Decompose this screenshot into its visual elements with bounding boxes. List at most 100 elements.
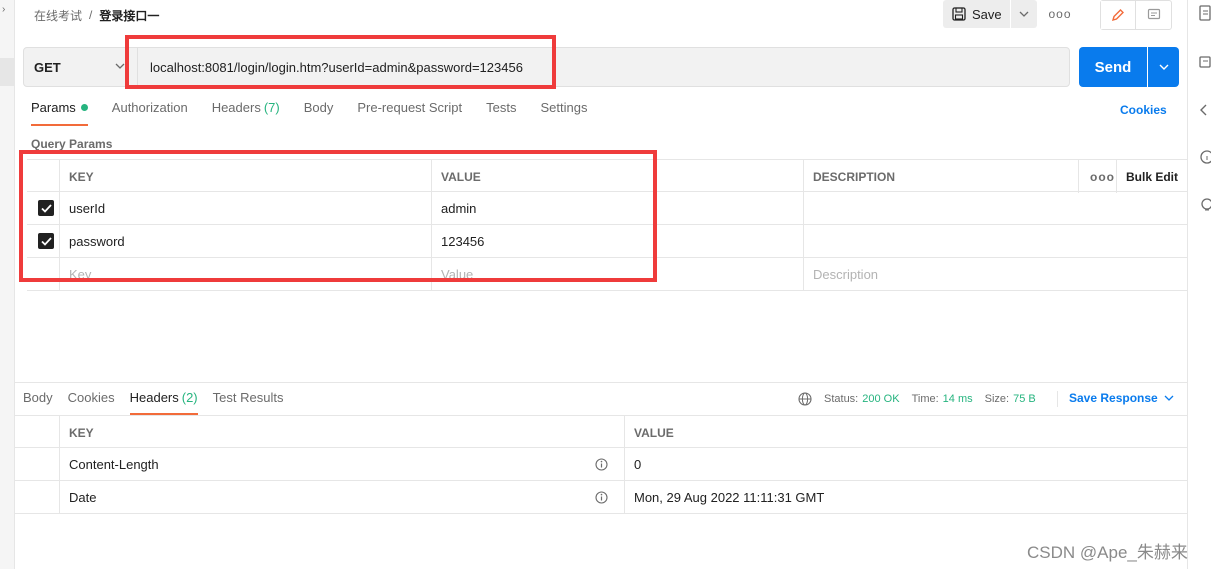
edit-mode-button[interactable] <box>1101 1 1137 29</box>
params-active-indicator <box>80 104 88 111</box>
new-key-input[interactable]: Key <box>59 258 431 291</box>
column-header-key: KEY <box>59 160 431 193</box>
tab-response-body[interactable]: Body <box>23 390 53 415</box>
tab-headers-count: (7) <box>263 100 280 115</box>
request-url-bar: GET localhost:8081/login/login.htm?userI… <box>23 47 1070 87</box>
send-options-button[interactable] <box>1148 47 1179 87</box>
tab-headers[interactable]: Headers (7) <box>212 100 280 126</box>
tab-tests[interactable]: Tests <box>486 100 516 126</box>
watermark: CSDN @Ape_朱赫来 <box>1027 543 1188 562</box>
tab-params-label: Params <box>31 100 76 115</box>
size-label: Size: <box>984 393 1010 405</box>
chevron-down-icon <box>1159 64 1168 70</box>
param-enabled-checkbox[interactable] <box>38 233 54 249</box>
tab-settings[interactable]: Settings <box>540 100 587 126</box>
time-label: Time: <box>911 393 939 405</box>
response-time[interactable]: 14 ms <box>943 393 973 405</box>
save-button[interactable]: Save <box>943 0 1010 28</box>
status-divider <box>1057 391 1058 407</box>
header-value-cell: 0 <box>624 448 1187 481</box>
tab-pre-request-script-label: Pre-request Script <box>357 100 463 115</box>
code-icon[interactable] <box>1198 102 1211 118</box>
tab-params[interactable]: Params <box>31 100 88 126</box>
send-button[interactable]: Send <box>1079 47 1147 87</box>
comment-icon <box>1147 8 1160 20</box>
query-params-title: Query Params <box>31 137 113 151</box>
tab-response-headers-label: Headers <box>129 390 179 405</box>
right-context-bar <box>1187 0 1211 569</box>
status-badge[interactable]: 200 OK <box>862 393 899 405</box>
more-actions-button[interactable]: ooo <box>1046 6 1074 22</box>
new-value-input[interactable]: Value <box>431 258 803 291</box>
info-icon[interactable] <box>1198 149 1211 165</box>
sidebar-selected-item[interactable] <box>0 58 14 86</box>
param-description-cell[interactable] <box>803 225 1187 258</box>
new-description-input[interactable]: Description <box>803 258 1187 291</box>
param-key-cell[interactable]: password <box>59 225 431 258</box>
chevron-down-icon <box>1019 11 1029 17</box>
param-description-cell[interactable] <box>803 192 1187 225</box>
tab-body[interactable]: Body <box>304 100 334 126</box>
response-tabs: Body Cookies Headers (2) Test Results <box>23 390 298 415</box>
save-icon <box>952 7 966 21</box>
column-header-value: VALUE <box>431 160 803 193</box>
request-tabs: Params Authorization Headers (7) Body Pr… <box>31 100 611 126</box>
tab-response-headers-count: (2) <box>181 390 198 405</box>
table-header-row: KEY VALUE <box>15 415 1187 449</box>
tab-response-body-label: Body <box>23 390 53 405</box>
view-mode-toggle <box>1100 0 1172 30</box>
comments-icon[interactable] <box>1198 55 1211 71</box>
status-label: Status: <box>824 393 859 405</box>
tab-response-cookies-label: Cookies <box>67 390 115 405</box>
tab-response-cookies[interactable]: Cookies <box>68 390 115 415</box>
info-icon[interactable] <box>595 491 608 504</box>
documentation-icon[interactable] <box>1198 5 1211 21</box>
tab-test-results[interactable]: Test Results <box>213 390 284 415</box>
http-method-value: GET <box>34 59 61 75</box>
response-status-bar: Status: 200 OK Time: 14 ms Size: 75 B <box>798 390 1036 408</box>
info-icon[interactable] <box>595 458 608 471</box>
cookies-link[interactable]: Cookies <box>1120 103 1167 117</box>
save-response-label: Save Response <box>1069 391 1158 405</box>
save-options-button[interactable] <box>1011 0 1037 28</box>
tab-authorization[interactable]: Authorization <box>112 100 188 126</box>
bulk-edit-button[interactable]: Bulk Edit <box>1116 160 1187 193</box>
tab-pre-request-script[interactable]: Pre-request Script <box>357 100 462 126</box>
lightbulb-icon[interactable] <box>1198 197 1211 213</box>
breadcrumb: 在线考试 / 登录接口一 <box>34 6 159 24</box>
tab-authorization-label: Authorization <box>111 100 188 115</box>
table-header-row: KEY VALUE DESCRIPTION ooo Bulk Edit <box>27 159 1187 193</box>
tab-tests-label: Tests <box>486 100 517 115</box>
globe-icon[interactable] <box>798 392 812 406</box>
checkmark-icon <box>40 203 52 213</box>
request-name[interactable]: 登录接口一 <box>99 7 159 24</box>
table-row: Date Mon, 29 Aug 2022 11:11:31 GMT <box>15 481 1187 514</box>
param-enabled-checkbox[interactable] <box>38 200 54 216</box>
breadcrumb-collection[interactable]: 在线考试 <box>34 7 82 24</box>
tab-body-label: Body <box>303 100 334 115</box>
table-row-new: Key Value Description <box>27 258 1187 291</box>
table-row: Content-Length 0 <box>15 448 1187 481</box>
column-header-value: VALUE <box>624 416 1187 449</box>
chevron-down-icon <box>115 63 125 69</box>
param-value-cell[interactable]: admin <box>431 192 803 225</box>
param-key-cell[interactable]: userId <box>59 192 431 225</box>
column-header-description: DESCRIPTION <box>803 160 1078 193</box>
column-header-key: KEY <box>59 416 624 449</box>
header-value-cell: Mon, 29 Aug 2022 11:11:31 GMT <box>624 481 1187 514</box>
chevron-right-icon[interactable]: › <box>2 4 5 15</box>
left-sidebar-edge: › <box>0 0 15 569</box>
save-response-button[interactable]: Save Response <box>1069 391 1174 405</box>
http-method-select[interactable]: GET <box>24 48 138 86</box>
section-divider <box>15 382 1187 383</box>
response-size[interactable]: 75 B <box>1013 393 1036 405</box>
chevron-down-icon <box>1164 395 1174 401</box>
tab-response-headers[interactable]: Headers (2) <box>129 390 198 415</box>
save-button-label: Save <box>972 6 1002 22</box>
tab-settings-label: Settings <box>540 100 588 115</box>
comment-mode-button[interactable] <box>1136 1 1171 29</box>
param-value-cell[interactable]: 123456 <box>431 225 803 258</box>
checkmark-icon <box>40 236 52 246</box>
column-options-button[interactable]: ooo <box>1078 160 1116 193</box>
url-input[interactable]: localhost:8081/login/login.htm?userId=ad… <box>150 48 523 86</box>
